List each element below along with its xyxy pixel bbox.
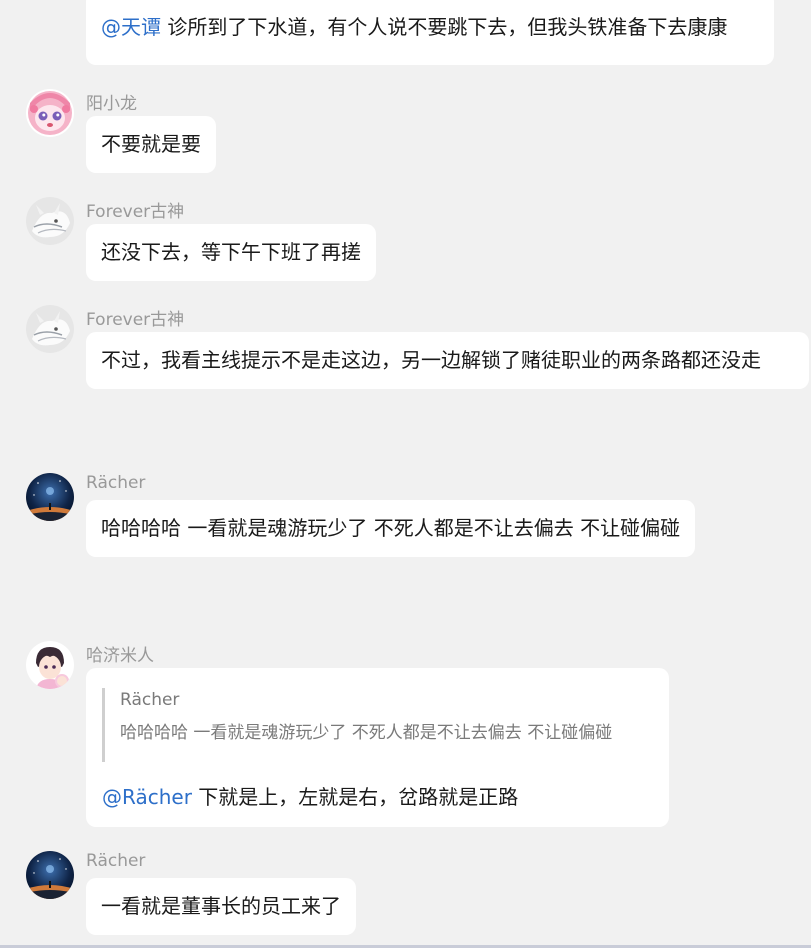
- avatar[interactable]: [26, 305, 74, 353]
- white-creature-avatar-icon: [26, 197, 74, 245]
- message-text: 不要就是要: [101, 132, 201, 156]
- white-creature-avatar-icon: [26, 305, 74, 353]
- message-bubble[interactable]: 哈哈哈哈 一看就是魂游玩少了 不死人都是不让去偏去 不让碰偏碰: [86, 500, 696, 557]
- avatar[interactable]: [26, 473, 74, 521]
- chat-message-list[interactable]: @天谭 诊所到了下水道，有个人说不要跳下去，但我头铁准备下去康康 阳小龙 不要就: [0, 0, 811, 948]
- quoted-message[interactable]: Rächer 哈哈哈哈 一看就是魂游玩少了 不死人都是不让去偏去 不让碰偏碰: [102, 688, 653, 762]
- anime-boy-avatar-icon: [26, 641, 74, 689]
- pink-anime-girl-avatar-icon: [26, 89, 74, 137]
- sender-name[interactable]: Forever古神: [86, 305, 184, 330]
- night-sky-avatar-icon: [26, 851, 74, 899]
- sender-name[interactable]: 哈济米人: [86, 641, 154, 666]
- mention-link[interactable]: @天谭: [101, 15, 161, 39]
- message-text: 哈哈哈哈 一看就是魂游玩少了 不死人都是不让去偏去 不让碰偏碰: [101, 516, 681, 540]
- message-bubble[interactable]: 不要就是要: [86, 116, 216, 173]
- message-text: 下就是上，左就是右，岔路就是正路: [191, 785, 519, 809]
- message-bubble[interactable]: 一看就是董事长的员工来了: [86, 878, 356, 935]
- message-text: 诊所到了下水道，有个人说不要跳下去，但我头铁准备下去康康: [161, 15, 728, 39]
- sender-name[interactable]: 阳小龙: [86, 89, 137, 114]
- quoted-text: 哈哈哈哈 一看就是魂游玩少了 不死人都是不让去偏去 不让碰偏碰: [120, 723, 613, 743]
- sender-name[interactable]: Rächer: [86, 851, 145, 871]
- message-bubble[interactable]: @天谭 诊所到了下水道，有个人说不要跳下去，但我头铁准备下去康康: [86, 0, 774, 65]
- avatar[interactable]: [26, 851, 74, 899]
- sender-name[interactable]: Forever古神: [86, 197, 184, 222]
- message-text: 还没下去，等下午下班了再搓: [101, 240, 361, 264]
- night-sky-avatar-icon: [26, 473, 74, 521]
- sender-name[interactable]: Rächer: [86, 473, 145, 493]
- message-bubble[interactable]: 不过，我看主线提示不是走这边，另一边解锁了赌徒职业的两条路都还没走: [86, 332, 809, 389]
- quoted-sender: Rächer: [120, 690, 180, 710]
- message-text: 不过，我看主线提示不是走这边，另一边解锁了赌徒职业的两条路都还没走: [101, 348, 761, 372]
- message-bubble[interactable]: 还没下去，等下午下班了再搓: [86, 224, 376, 281]
- avatar[interactable]: [26, 641, 74, 689]
- mention-link[interactable]: @Rächer: [102, 785, 192, 809]
- message-text: 一看就是董事长的员工来了: [101, 894, 341, 918]
- message-bubble[interactable]: Rächer 哈哈哈哈 一看就是魂游玩少了 不死人都是不让去偏去 不让碰偏碰 @…: [86, 668, 669, 827]
- avatar[interactable]: [26, 197, 74, 245]
- avatar[interactable]: [26, 89, 74, 137]
